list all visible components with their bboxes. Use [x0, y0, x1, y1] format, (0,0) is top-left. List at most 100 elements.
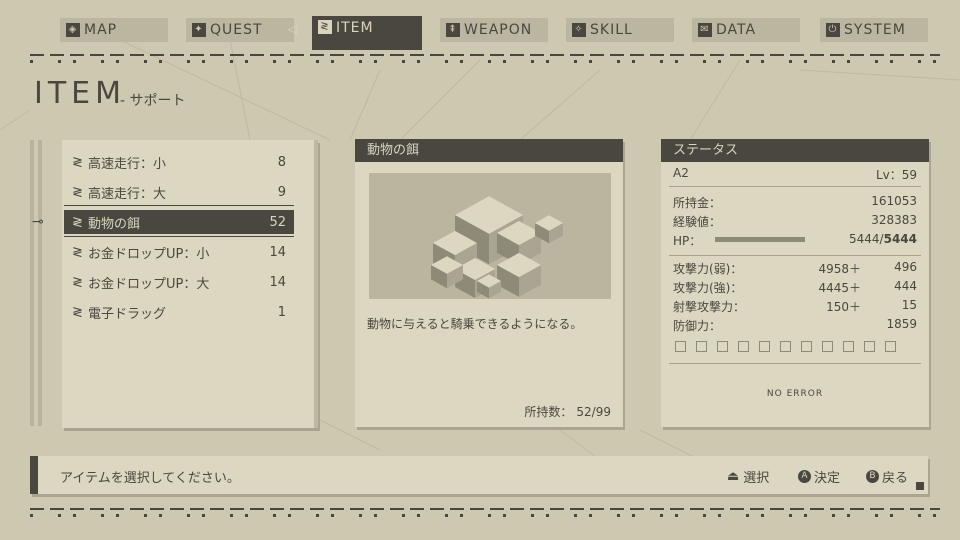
tab-map[interactable]: ◈ MAP [60, 18, 168, 42]
back-control[interactable]: B 戻る [866, 467, 908, 486]
list-item[interactable]: ≷ 高速走行：大 9 [64, 180, 294, 204]
chip-slot [675, 341, 686, 352]
status-divider [669, 186, 921, 187]
selection-cursor-icon: ⊸ [32, 214, 44, 230]
exp-row: 経験値： 328383 [673, 213, 917, 231]
atk-weak-value: 4958＋ [818, 262, 861, 276]
item-icon: ≷ [72, 274, 83, 290]
tab-label: DATA [716, 22, 757, 38]
character-row: A2 Lv：59 [673, 166, 917, 184]
hp-value: 5444/5444 [849, 232, 917, 246]
ranged-bonus: 15 [901, 298, 917, 312]
weapon-icon: ⇞ [446, 23, 460, 37]
item-name: 高速走行：大 [88, 186, 167, 202]
data-icon: ✉ [698, 23, 712, 37]
owned-label: 所持数： [524, 405, 573, 419]
exp-label: 経験値： [673, 215, 722, 229]
item-owned-count: 所持数： 52/99 [524, 403, 611, 420]
atk-weak-label: 攻撃力(弱)： [673, 262, 743, 276]
character-name: A2 [673, 166, 689, 180]
defense-row: 防御力： 1859 [673, 317, 917, 335]
chip-slot [885, 341, 896, 352]
status-divider [669, 363, 921, 364]
item-detail-panel: 動物の餌 動物に与えると騎乗できるようになる。 所持数： 52/99 [355, 139, 623, 427]
cube-cluster-icon [431, 196, 563, 299]
item-name: 高速走行：小 [88, 156, 167, 172]
skill-icon: ✧ [572, 23, 586, 37]
hp-current: 5444/ [849, 232, 884, 246]
atk-weak-bonus: 496 [894, 260, 917, 274]
chip-slot [843, 341, 854, 352]
message-bar: アイテムを選択してください。 ⏏ 選択 A 決定 B 戻る [30, 456, 928, 494]
selection-line [64, 205, 294, 206]
tab-weapon[interactable]: ⇞ WEAPON [440, 18, 548, 42]
atk-strong-value: 4445＋ [818, 281, 861, 295]
status-header: ステータス [661, 139, 929, 162]
money-label: 所持金： [673, 196, 722, 210]
ranged-value: 150＋ [826, 300, 861, 314]
character-level: Lv：59 [875, 168, 917, 182]
exp-value: 328383 [871, 213, 917, 227]
back-label: 戻る [882, 471, 909, 486]
list-item[interactable]: ≷ お金ドロップUP：小 14 [64, 240, 294, 264]
confirm-control[interactable]: A 決定 [798, 467, 840, 486]
item-image [369, 173, 611, 299]
tab-data[interactable]: ✉ DATA [692, 18, 800, 42]
item-description: 動物に与えると騎乗できるようになる。 [367, 317, 583, 331]
bottom-dot-divider [30, 506, 940, 517]
item-icon: ≷ [72, 244, 83, 260]
tab-label: QUEST [210, 22, 263, 38]
status-divider [669, 255, 921, 256]
ranged-row: 射撃攻撃力： 150＋ 15 [673, 298, 917, 316]
item-name: 動物の餌 [88, 216, 141, 232]
hp-label: HP： [673, 234, 702, 248]
atk-weak-row: 攻撃力(弱)： 4958＋ 496 [673, 260, 917, 278]
tab-item[interactable]: ≷ ITEM [312, 16, 422, 50]
confirm-label: 決定 [814, 471, 841, 486]
tab-quest[interactable]: ✦ QUEST [186, 18, 294, 42]
item-count: 14 [269, 244, 286, 260]
atk-strong-label: 攻撃力(強)： [673, 281, 743, 295]
chip-slot [717, 341, 728, 352]
chip-slot [780, 341, 791, 352]
map-icon: ◈ [66, 23, 80, 37]
tab-label: ITEM [336, 20, 374, 36]
item-icon: ≷ [72, 214, 83, 230]
item-name: お金ドロップUP：小 [88, 246, 210, 262]
item-list: ≷ 高速走行：小 8 ≷ 高速走行：大 9 ≷ 動物の餌 52 ≷ お金ドロップUP：小 14 ≷ お金ド… [62, 140, 318, 428]
b-button-icon: B [866, 470, 879, 483]
plugin-chip-slots [675, 341, 896, 352]
defense-label: 防御力： [673, 319, 722, 333]
item-icon: ≷ [318, 20, 332, 34]
list-item[interactable]: ≷ お金ドロップUP：大 14 [64, 270, 294, 294]
chip-slot [801, 341, 812, 352]
owned-value: 52/99 [576, 405, 611, 419]
quest-icon: ✦ [192, 23, 206, 37]
item-icon: ≷ [72, 154, 83, 170]
select-label: 選択 [743, 471, 770, 486]
tab-label: SKILL [590, 22, 633, 38]
list-item[interactable]: ≷ 電子ドラッグ 1 [64, 300, 294, 324]
tab-label: MAP [84, 22, 118, 38]
tab-system[interactable]: ⏻ SYSTEM [820, 18, 928, 42]
list-item[interactable]: ≷ 高速走行：小 8 [64, 150, 294, 174]
list-item[interactable]: ≷ 動物の餌 52 [64, 210, 294, 234]
chip-slot [738, 341, 749, 352]
top-dot-divider [30, 52, 940, 63]
tab-skill[interactable]: ✧ SKILL [566, 18, 674, 42]
item-count: 14 [269, 274, 286, 290]
dpad-icon: ⏏ [727, 469, 740, 484]
item-count: 52 [269, 214, 286, 230]
nav-left-arrow-icon[interactable]: ◁ [288, 22, 297, 36]
a-button-icon: A [798, 470, 811, 483]
item-name: 電子ドラッグ [88, 306, 167, 322]
item-name: お金ドロップUP：大 [88, 276, 210, 292]
list-scrollbar[interactable] [314, 140, 318, 428]
hp-bar [715, 237, 805, 242]
list-side-bars [30, 140, 44, 426]
system-icon: ⏻ [826, 23, 840, 37]
page-subtitle: - サポート [120, 93, 186, 109]
select-control[interactable]: ⏏ 選択 [727, 467, 769, 486]
money-value: 161053 [871, 194, 917, 208]
atk-strong-row: 攻撃力(強)： 4445＋ 444 [673, 279, 917, 297]
